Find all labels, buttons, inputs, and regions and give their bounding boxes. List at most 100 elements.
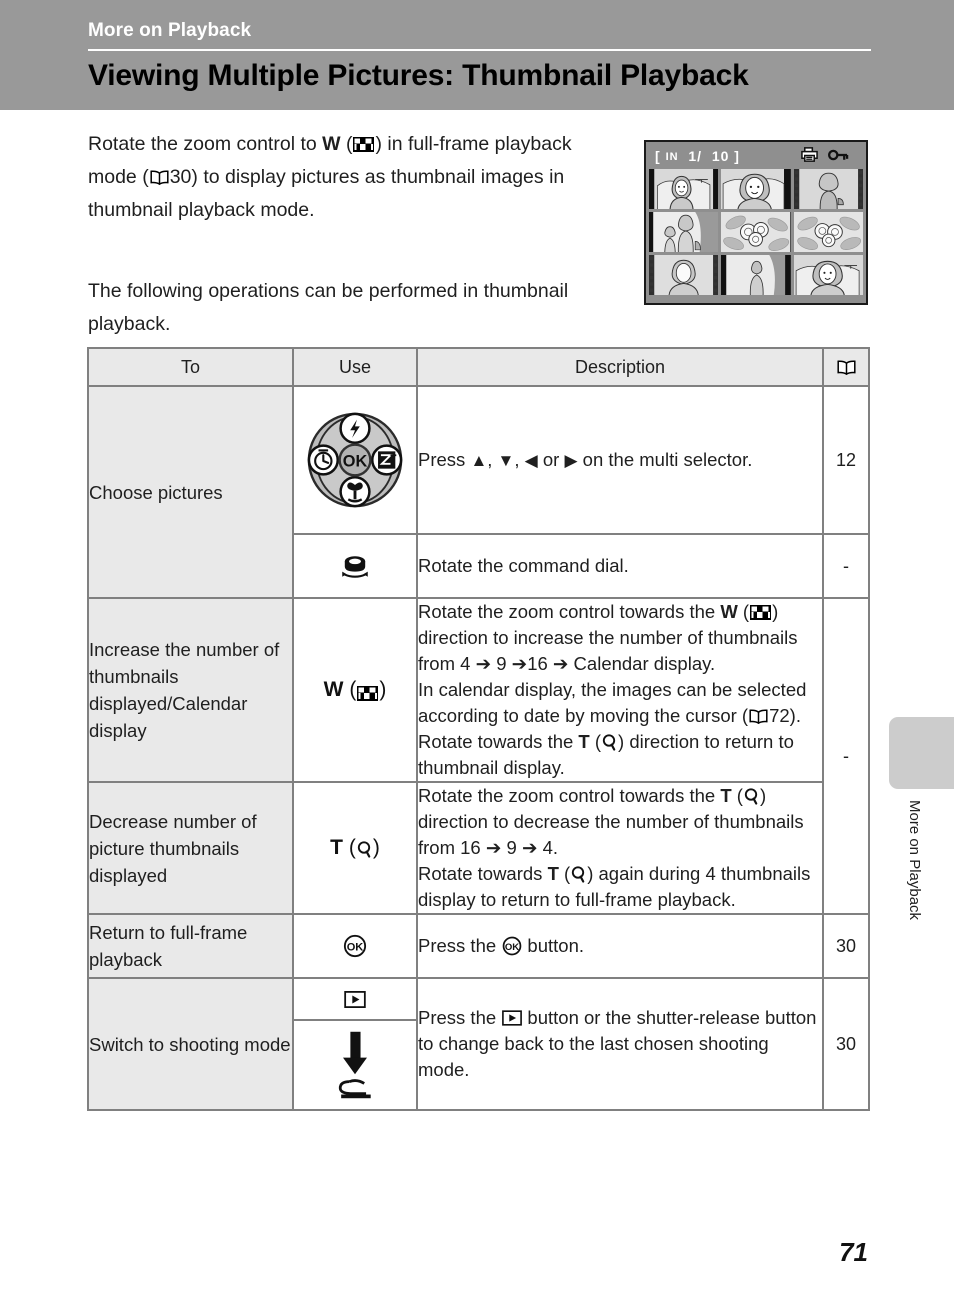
page-header-band: More on Playback Viewing Multiple Pictur… [0, 0, 954, 110]
header-divider [88, 49, 871, 51]
zoom-t-label: T [330, 836, 343, 859]
book-icon [749, 705, 768, 725]
desc-text: Rotate towards the [418, 731, 579, 752]
multi-selector-icon[interactable]: OK [294, 412, 416, 508]
column-header-reference [822, 347, 870, 387]
table-row: Increase the number of thumbnails displa… [87, 597, 870, 915]
desc-text: Press the [418, 935, 502, 956]
desc-text-after: on the multi selector. [577, 448, 753, 470]
book-icon [836, 359, 856, 375]
magnifier-icon [357, 840, 372, 858]
intro-text-before: Rotate the zoom control to [88, 133, 323, 155]
intro-paragraph-1: Rotate the zoom control to W () in full-… [88, 128, 618, 227]
lcd-storage-tag: IN [665, 151, 679, 163]
desc-text: Rotate towards [418, 863, 548, 884]
shutter-release-icon[interactable] [294, 1021, 416, 1109]
lcd-frame-counter: [ IN 1/ 10 ] [655, 148, 740, 164]
intro-ref-page: 30 [169, 166, 192, 188]
thumbnail-4-icon [357, 683, 379, 701]
row-label-switch-shooting: Switch to shooting mode [87, 977, 294, 1111]
desc-text: Rotate the zoom control towards the [418, 785, 721, 806]
desc-text: 4. [537, 837, 559, 858]
page-number: 71 [839, 1237, 868, 1267]
lcd-thumbnail-cell[interactable] [793, 212, 863, 252]
bracket-open: [ [655, 148, 661, 164]
playback-button-icon [502, 1007, 523, 1026]
lcd-thumbnail-cell[interactable] [649, 169, 719, 209]
desc-text: Rotate the zoom control towards the [418, 601, 721, 622]
page-title: Viewing Multiple Pictures: Thumbnail Pla… [88, 59, 749, 92]
command-dial-icon[interactable] [294, 552, 416, 581]
magnifier-icon [571, 864, 586, 883]
desc-switch-shooting: Press the button or the shutter-release … [416, 977, 824, 1111]
desc-text: Press the [418, 1007, 502, 1028]
table-row: Choose pictures OK Press ▲, ▼, ◀ or ▶ on… [87, 385, 870, 599]
desc-command-dial: Rotate the command dial. [416, 533, 824, 599]
ref-page-return-fullframe: 30 [822, 913, 870, 979]
book-icon [150, 163, 169, 186]
lcd-thumbnail-cell[interactable] [721, 255, 791, 295]
desc-increase-thumbnails: Rotate the zoom control towards the W ()… [416, 597, 824, 783]
desc-text: Press [418, 448, 471, 470]
ref-page-switch-shooting: 30 [822, 977, 870, 1111]
arrow-right-glyph: ➔ [511, 653, 528, 674]
desc-decrease-thumbnails: Rotate the zoom control towards the T ()… [416, 781, 824, 915]
use-command-dial[interactable] [292, 533, 418, 599]
magnifier-icon [602, 732, 617, 751]
thumbnail-4-icon [750, 601, 772, 620]
table-header-row: To Use Description [87, 347, 870, 387]
ref-page-inline: 72 [769, 705, 790, 726]
row-label-increase-thumbnails: Increase the number of thumbnails displa… [87, 597, 294, 783]
use-shooting-mode[interactable] [292, 977, 418, 1111]
zoom-t-label: T [578, 731, 590, 752]
lcd-thumbnail-cell[interactable] [793, 169, 863, 209]
ref-page-zoom-rows: - [822, 597, 870, 915]
use-multi-selector[interactable]: OK [292, 385, 418, 535]
arrow-right-glyph: ➔ [485, 837, 502, 858]
lcd-thumbnail-cell[interactable] [793, 255, 863, 295]
desc-return-fullframe: Press the OK button. [416, 913, 824, 979]
table-row: Decrease number of picture thumbnails di… [87, 781, 869, 915]
chapter-margin-tab [889, 717, 954, 789]
svg-text:OK: OK [343, 453, 368, 471]
arrow-right-glyph: ➔ [475, 653, 492, 674]
zoom-t-label: T [720, 785, 732, 806]
svg-text:OK: OK [347, 942, 364, 954]
lcd-thumbnail-cell[interactable] [721, 169, 791, 209]
bracket-close: ] [734, 148, 740, 164]
operations-table: To Use Description Choose pictures OK Pr… [87, 347, 870, 1111]
use-zoom-wide[interactable]: W () [292, 597, 418, 783]
lcd-thumbnail-cell[interactable] [649, 255, 719, 295]
desc-text: Calendar display. [568, 653, 716, 674]
playback-button-icon[interactable] [294, 979, 416, 1021]
desc-choose-pictures: Press ▲, ▼, ◀ or ▶ on the multi selector… [416, 385, 824, 535]
lcd-status-icons [800, 146, 849, 166]
arrow-up-icon: ▲ [470, 450, 488, 470]
lcd-counter-total: 10 [711, 148, 730, 164]
table-row: Switch to shooting mode Press the button… [87, 977, 870, 1111]
column-header-description: Description [416, 347, 824, 387]
use-zoom-tele[interactable]: T () [292, 781, 418, 915]
arrow-down-icon: ▼ [497, 450, 515, 470]
lcd-thumbnail-cell[interactable] [649, 212, 719, 252]
desc-text: 9 [501, 837, 522, 858]
arrow-right-icon: ▶ [564, 450, 578, 470]
printer-icon [800, 146, 819, 166]
zoom-w-label: W [323, 678, 344, 701]
chapter-label: More on Playback [88, 20, 252, 41]
ok-button-icon[interactable]: OK [294, 934, 416, 958]
lcd-counter-current: 1/ [688, 148, 703, 164]
row-label-choose-pictures: Choose pictures [87, 385, 294, 599]
chapter-margin-tab-label: More on Playback [906, 800, 923, 921]
desc-text-after: button. [522, 935, 585, 956]
row-label-decrease-thumbnails: Decrease number of picture thumbnails di… [87, 781, 294, 915]
table-row: Return to full-frame playback OK Press t… [87, 913, 870, 979]
svg-text:OK: OK [505, 942, 519, 953]
desc-text: ). [789, 705, 801, 726]
column-header-to: To [87, 347, 294, 387]
desc-text: 16 [527, 653, 553, 674]
lcd-thumbnail-cell[interactable] [721, 212, 791, 252]
use-ok-button[interactable]: OK [292, 913, 418, 979]
desc-text: 9 [491, 653, 512, 674]
thumbnail-4-icon [353, 130, 375, 152]
